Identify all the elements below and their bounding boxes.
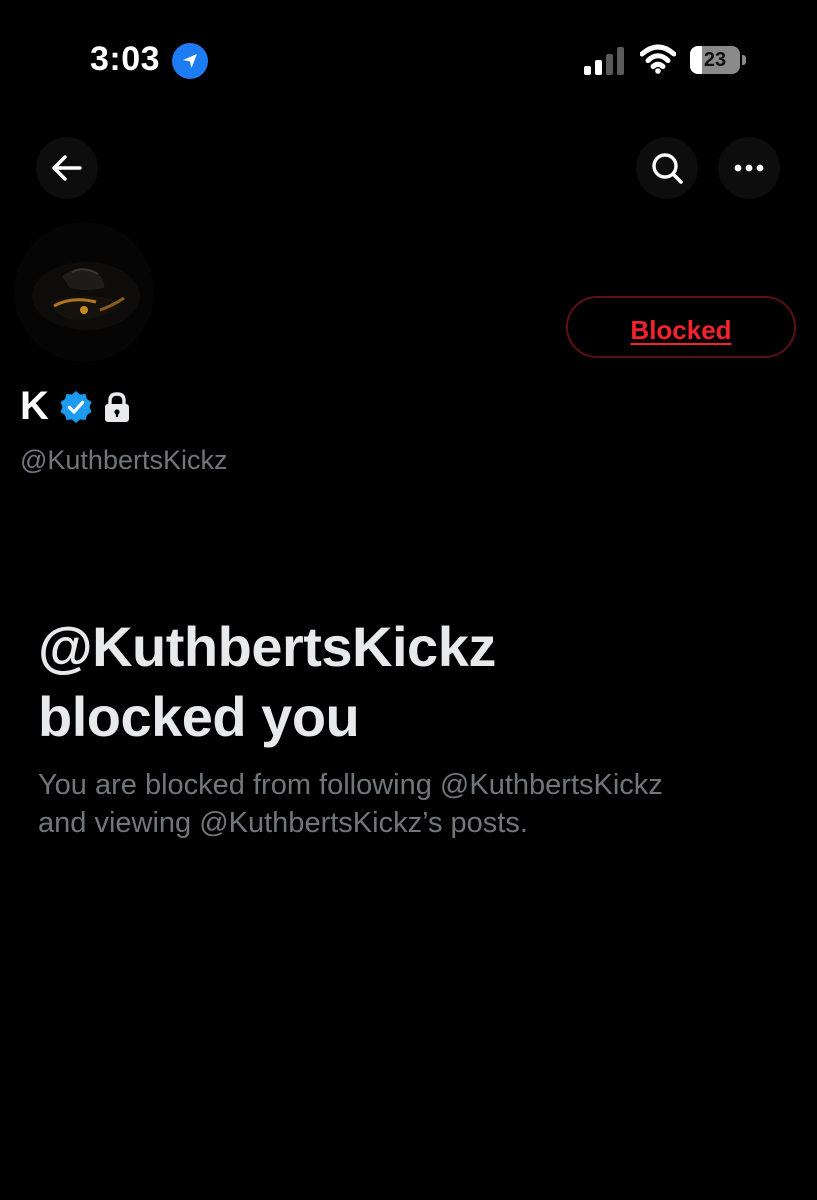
- ellipsis-icon: [734, 164, 764, 172]
- search-icon: [652, 153, 683, 184]
- blocked-description-line2: and viewing @KuthbertsKickz’s posts.: [38, 807, 528, 839]
- profile-name-row: K: [20, 384, 131, 429]
- blocked-description: You are blocked from following @Kuthbert…: [38, 766, 778, 842]
- blocked-title-line1: @KuthbertsKickz: [38, 615, 496, 678]
- display-name: K: [20, 384, 49, 428]
- blocked-title: @KuthbertsKickz blocked you: [38, 612, 778, 752]
- more-options-button[interactable]: [718, 137, 780, 199]
- blocked-description-line1: You are blocked from following @Kuthbert…: [38, 769, 663, 801]
- back-button[interactable]: [36, 137, 98, 199]
- status-time: 3:03: [90, 40, 161, 78]
- search-button[interactable]: [636, 137, 698, 199]
- verified-badge-icon: [60, 390, 92, 423]
- lock-icon: [104, 391, 129, 422]
- blocked-title-line2: blocked you: [38, 685, 360, 748]
- location-arrow-icon: [172, 43, 208, 79]
- battery-level: 23: [703, 49, 727, 71]
- profile-screen: 3:03 23 Blocked K @KuthbertsKickz @Kuthb…: [0, 0, 817, 1200]
- avatar[interactable]: [14, 222, 154, 362]
- profile-handle: @KuthbertsKickz: [20, 445, 228, 475]
- wifi-icon: [640, 44, 676, 74]
- blocked-button[interactable]: Blocked: [566, 296, 796, 358]
- battery-indicator: 23: [690, 46, 746, 74]
- arrow-left-icon: [52, 155, 82, 181]
- cellular-signal-icon: [584, 47, 624, 75]
